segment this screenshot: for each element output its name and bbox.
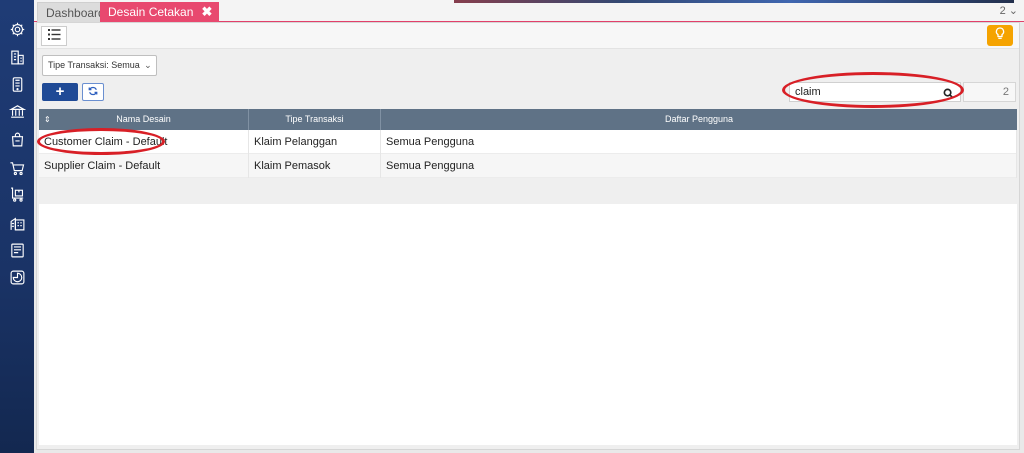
delivery-cart-icon[interactable] [8,185,26,203]
cell-tipe-transaksi: Klaim Pemasok [249,154,381,178]
table-row[interactable]: Supplier Claim - Default Klaim Pemasok S… [39,154,1017,178]
design-table: ⇕ Nama Desain Tipe Transaksi Daftar Peng… [39,109,1017,178]
panel-toolbar [37,23,1019,49]
shopping-bag-icon[interactable] [8,130,26,148]
cell-tipe-transaksi: Klaim Pelanggan [249,130,381,154]
table-row[interactable]: Customer Claim - Default Klaim Pelanggan… [39,130,1017,154]
column-header-daftar-pengguna[interactable]: Daftar Pengguna [381,109,1017,130]
dashboard-chart-icon[interactable] [8,268,26,286]
tab-close-icon[interactable]: ✖ [201,2,212,22]
sort-icon[interactable]: ⇕ [44,109,51,130]
add-button[interactable]: + [42,83,78,101]
cell-daftar-pengguna: Semua Pengguna [381,130,1017,154]
cell-daftar-pengguna: Semua Pengguna [381,154,1017,178]
search-box[interactable] [789,82,961,102]
table-empty-area [39,204,1017,445]
settings-gear-icon[interactable] [8,20,26,38]
column-label: Daftar Pengguna [664,114,734,124]
filter-label: Tipe Transaksi: Semua [48,60,140,70]
open-tabs-count[interactable]: 2 ⌄ [1000,4,1018,17]
refresh-icon [88,83,98,101]
lightbulb-icon [994,26,1006,45]
list-view-button[interactable] [41,26,67,46]
tab-desain-cetakan-label: Desain Cetakan [108,5,194,19]
transaction-type-filter[interactable]: Tipe Transaksi: Semua ⌄ [42,55,157,76]
column-header-nama-desain[interactable]: ⇕ Nama Desain [39,109,249,130]
left-sidebar [0,0,34,453]
bank-icon[interactable] [8,102,26,120]
cell-nama-desain: Customer Claim - Default [39,130,249,154]
mobile-device-icon[interactable] [8,75,26,93]
column-label: Nama Desain [116,114,171,124]
column-label: Tipe Transaksi [285,114,344,124]
content-panel: Tipe Transaksi: Semua ⌄ + 2 ⇕ Nama Desai… [36,22,1020,450]
warehouse-icon[interactable] [8,214,26,232]
table-header: ⇕ Nama Desain Tipe Transaksi Daftar Peng… [39,109,1017,130]
tips-button[interactable] [987,25,1013,46]
company-building-icon[interactable] [8,48,26,66]
search-icon[interactable] [943,86,954,104]
list-icon [47,27,61,45]
header-decoration [454,0,1014,3]
refresh-button[interactable] [82,83,104,101]
panel-body: Tipe Transaksi: Semua ⌄ + 2 ⇕ Nama Desai… [37,49,1019,449]
report-document-icon[interactable] [8,241,26,259]
tab-desain-cetakan[interactable]: Desain Cetakan ✖ [100,2,220,22]
shopping-cart-icon[interactable] [8,159,26,177]
cell-nama-desain: Supplier Claim - Default [39,154,249,178]
result-count: 2 [963,82,1016,102]
search-input[interactable] [790,83,940,101]
column-header-tipe-transaksi[interactable]: Tipe Transaksi [249,109,381,130]
chevron-down-icon: ⌄ [144,60,152,70]
